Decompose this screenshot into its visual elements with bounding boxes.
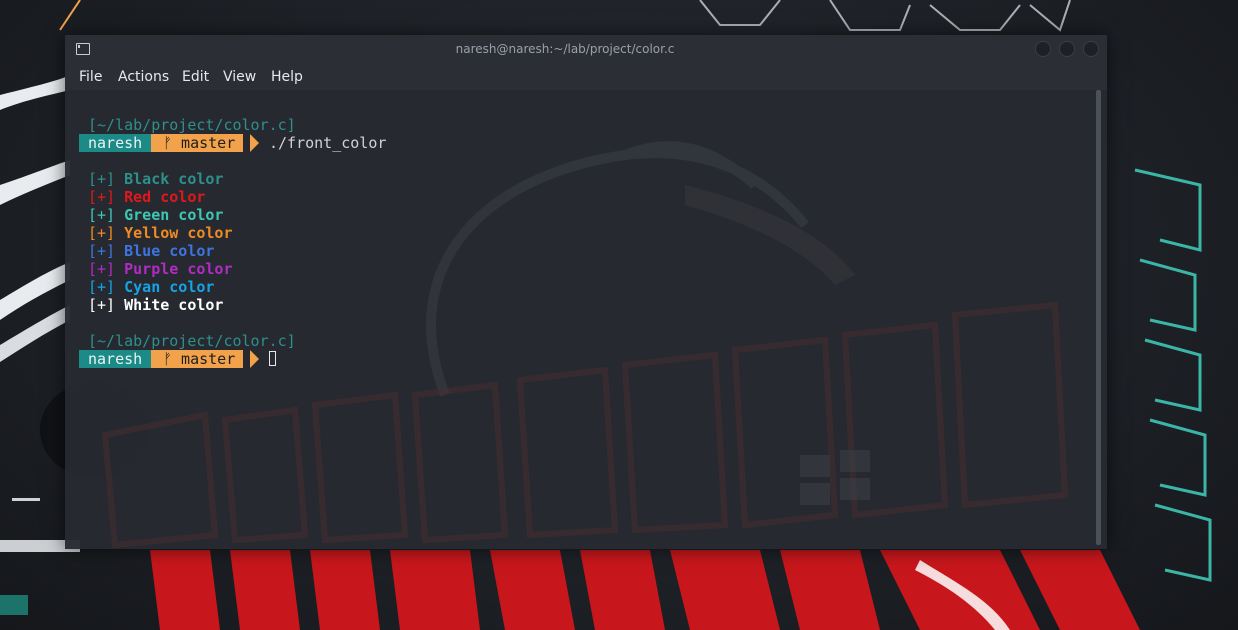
prompt-path: [~/lab/project/color.c]: [88, 332, 296, 350]
prompt-branch: ᚠ master: [151, 134, 244, 152]
output-marker: [+]: [88, 242, 116, 260]
output-line: [+] Blue color: [88, 242, 214, 260]
output-line: [+] White color: [88, 296, 223, 314]
maximize-button[interactable]: [1059, 41, 1075, 57]
output-marker: [+]: [88, 260, 116, 278]
prompt-separator-icon: [250, 350, 259, 368]
output-text: Red color: [124, 188, 206, 206]
menu-view[interactable]: View: [223, 69, 256, 85]
title-bar[interactable]: naresh@naresh:~/lab/project/color.c: [65, 35, 1107, 64]
command-text: ./front_color: [269, 134, 387, 152]
menu-edit[interactable]: Edit: [182, 69, 209, 85]
output-text: Yellow color: [124, 224, 233, 242]
git-branch-icon: ᚠ: [163, 134, 173, 152]
desktop-background: naresh@naresh:~/lab/project/color.c File…: [0, 0, 1238, 630]
prompt-line: naresh ᚠ master ./front_color: [65, 134, 665, 152]
prompt-separator-icon: [250, 134, 259, 152]
output-line: [+] Red color: [88, 188, 205, 206]
prompt-user: naresh: [79, 350, 152, 368]
output-marker: [+]: [88, 206, 116, 224]
output-line: [+] Purple color: [88, 260, 233, 278]
menu-help[interactable]: Help: [271, 69, 303, 85]
prompt-user: naresh: [79, 134, 152, 152]
minimize-button[interactable]: [1035, 41, 1051, 57]
terminal-output-area[interactable]: [~/lab/project/color.c] naresh ᚠ master …: [65, 90, 1095, 549]
menu-actions[interactable]: Actions: [118, 69, 169, 85]
prompt-branch: ᚠ master: [151, 350, 244, 368]
git-branch-icon: ᚠ: [163, 350, 173, 368]
output-text: Green color: [124, 206, 224, 224]
prompt-branch-name: master: [181, 134, 236, 152]
prompt-branch-name: master: [181, 350, 236, 368]
terminal-window[interactable]: naresh@naresh:~/lab/project/color.c File…: [65, 35, 1107, 549]
scrollbar[interactable]: [1096, 90, 1101, 545]
close-button[interactable]: [1083, 41, 1099, 57]
output-marker: [+]: [88, 296, 116, 314]
prompt-path: [~/lab/project/color.c]: [88, 116, 296, 134]
output-marker: [+]: [88, 188, 116, 206]
output-line: [+] Yellow color: [88, 224, 233, 242]
prompt-line: naresh ᚠ master: [65, 350, 665, 368]
text-cursor[interactable]: [269, 351, 276, 366]
output-text: Black color: [124, 170, 224, 188]
window-title: naresh@naresh:~/lab/project/color.c: [455, 42, 675, 56]
menu-bar: File Actions Edit View Help: [65, 64, 1107, 90]
output-marker: [+]: [88, 278, 116, 296]
output-text: Blue color: [124, 242, 215, 260]
output-line: [+] Black color: [88, 170, 223, 188]
output-marker: [+]: [88, 224, 116, 242]
output-text: Cyan color: [124, 278, 215, 296]
output-text: White color: [124, 296, 224, 314]
output-marker: [+]: [88, 170, 116, 188]
menu-file[interactable]: File: [79, 69, 102, 85]
output-line: [+] Cyan color: [88, 278, 214, 296]
output-line: [+] Green color: [88, 206, 223, 224]
output-text: Purple color: [124, 260, 233, 278]
